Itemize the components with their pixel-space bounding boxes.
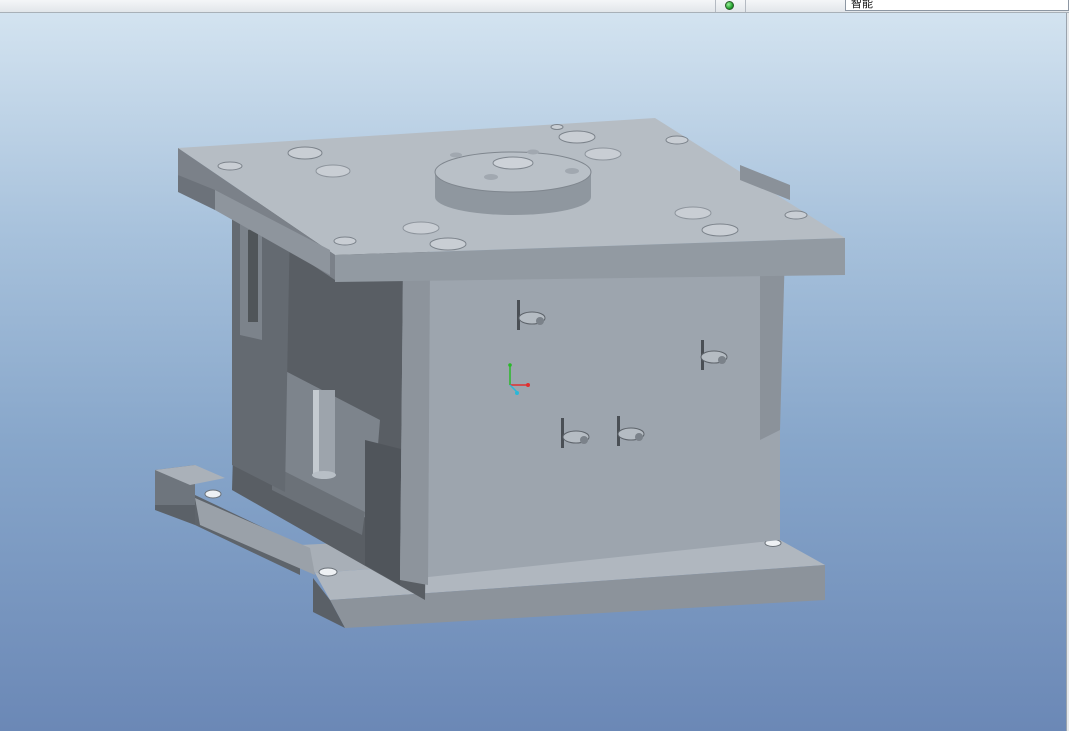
bolt-hole (550, 124, 564, 130)
bolt-hole (402, 221, 440, 235)
bolt-hole (784, 210, 808, 220)
toolbar-separator (745, 0, 746, 12)
app-window: 智能 (0, 0, 1069, 731)
bolt-hole (429, 237, 467, 251)
locating-ring[interactable] (434, 149, 592, 216)
selection-filter-dropdown[interactable]: 智能 (845, 0, 1069, 11)
mold-main-block[interactable] (400, 240, 785, 585)
bolt-hole (204, 489, 222, 499)
toolbar-separator (715, 0, 716, 12)
status-light-icon[interactable] (725, 1, 734, 10)
graphics-viewport[interactable] (0, 13, 1066, 731)
mold-assembly-model[interactable] (0, 13, 1066, 731)
bolt-hole (333, 236, 357, 246)
bolt-hole (287, 146, 323, 160)
bolt-hole (584, 147, 622, 161)
bolt-hole (217, 161, 243, 171)
bolt-hole (318, 567, 338, 577)
bolt-hole (558, 130, 596, 144)
bolt-hole (665, 135, 689, 145)
bolt-hole (674, 206, 712, 220)
selection-filter-value: 智能 (851, 0, 873, 10)
bolt-hole (701, 223, 739, 237)
bolt-hole (315, 164, 351, 178)
top-toolbar-strip: 智能 (0, 0, 1069, 13)
